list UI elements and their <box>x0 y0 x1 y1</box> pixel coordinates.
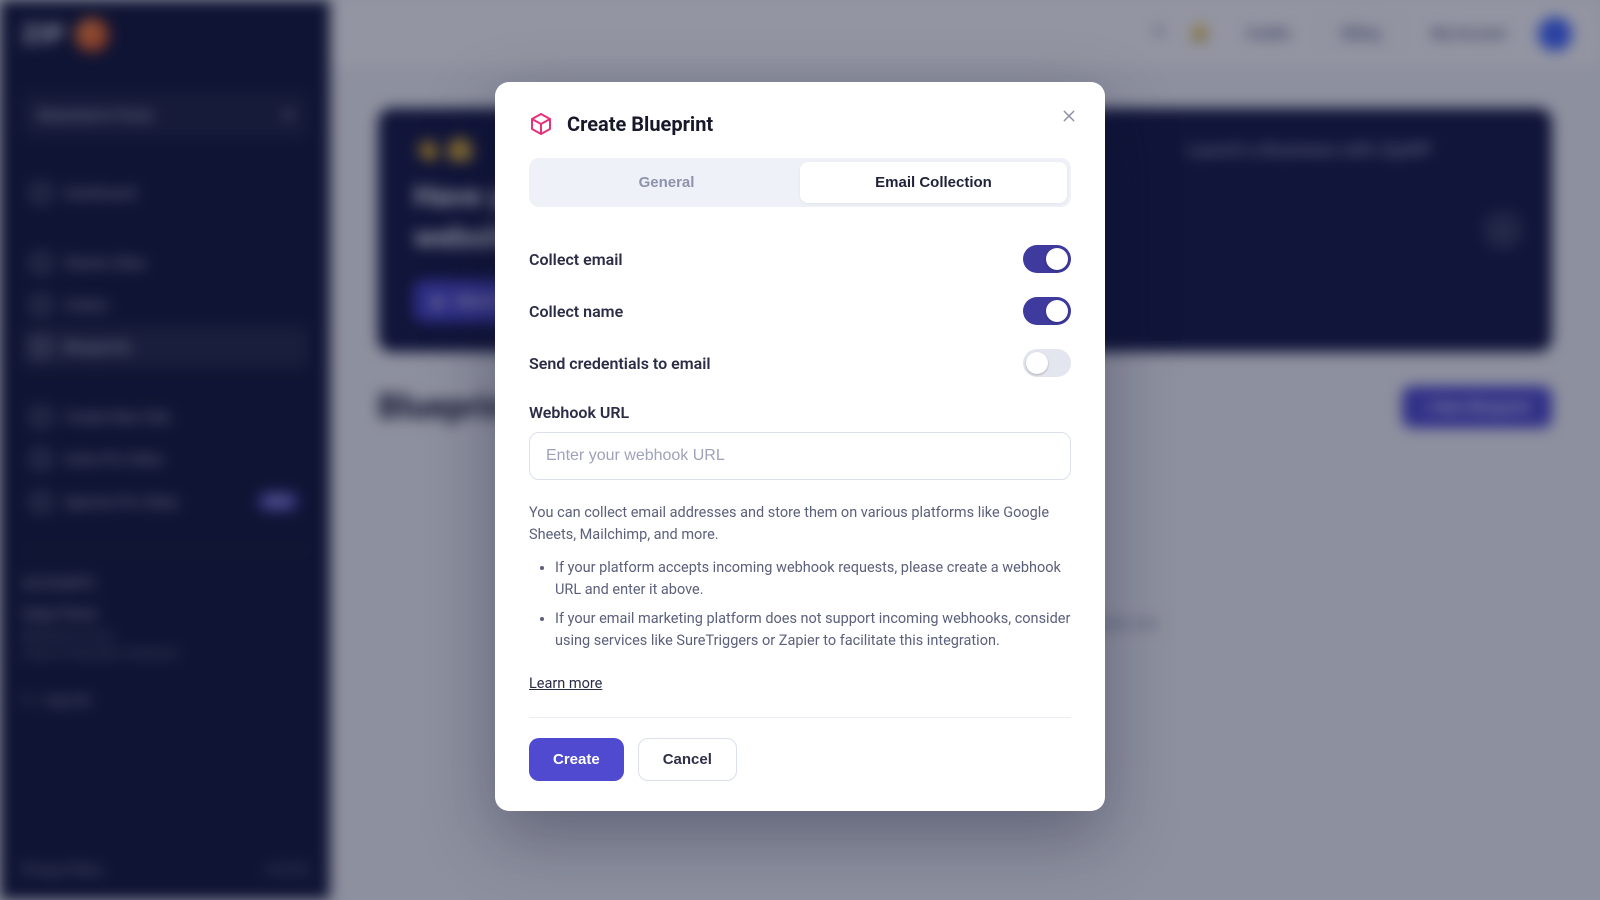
help-bullet-2: If your email marketing platform does no… <box>555 608 1071 653</box>
toggle-collect-name[interactable] <box>1023 297 1071 325</box>
help-text: You can collect email addresses and stor… <box>529 502 1071 695</box>
close-button[interactable] <box>1055 102 1083 130</box>
create-button[interactable]: Create <box>529 738 624 781</box>
toggle-send-credentials[interactable] <box>1023 349 1071 377</box>
help-intro: You can collect email addresses and stor… <box>529 502 1071 547</box>
row-collect-name: Collect name <box>529 285 1071 337</box>
tab-email-collection[interactable]: Email Collection <box>800 162 1067 203</box>
tab-general[interactable]: General <box>533 162 800 203</box>
create-blueprint-dialog: Create Blueprint General Email Collectio… <box>495 82 1105 811</box>
webhook-url-input[interactable] <box>529 432 1071 480</box>
cancel-button[interactable]: Cancel <box>638 738 737 781</box>
dialog-tabs: General Email Collection <box>529 158 1071 207</box>
label-webhook-url: Webhook URL <box>529 403 1071 422</box>
dialog-header: Create Blueprint <box>529 112 1071 136</box>
dialog-actions: Create Cancel <box>529 738 1071 781</box>
dialog-divider <box>529 717 1071 718</box>
label-collect-name: Collect name <box>529 302 623 321</box>
label-collect-email: Collect email <box>529 250 623 269</box>
row-send-credentials: Send credentials to email <box>529 337 1071 389</box>
dialog-title: Create Blueprint <box>567 112 713 136</box>
close-icon <box>1061 108 1077 124</box>
row-collect-email: Collect email <box>529 233 1071 285</box>
toggle-knob <box>1046 300 1068 322</box>
toggle-knob <box>1026 352 1048 374</box>
modal-overlay[interactable]: Create Blueprint General Email Collectio… <box>0 0 1600 900</box>
learn-more-link[interactable]: Learn more <box>529 673 602 695</box>
label-send-credentials: Send credentials to email <box>529 354 711 373</box>
toggle-knob <box>1046 248 1068 270</box>
toggle-collect-email[interactable] <box>1023 245 1071 273</box>
cube-icon <box>529 112 553 136</box>
help-bullet-1: If your platform accepts incoming webhoo… <box>555 557 1071 602</box>
